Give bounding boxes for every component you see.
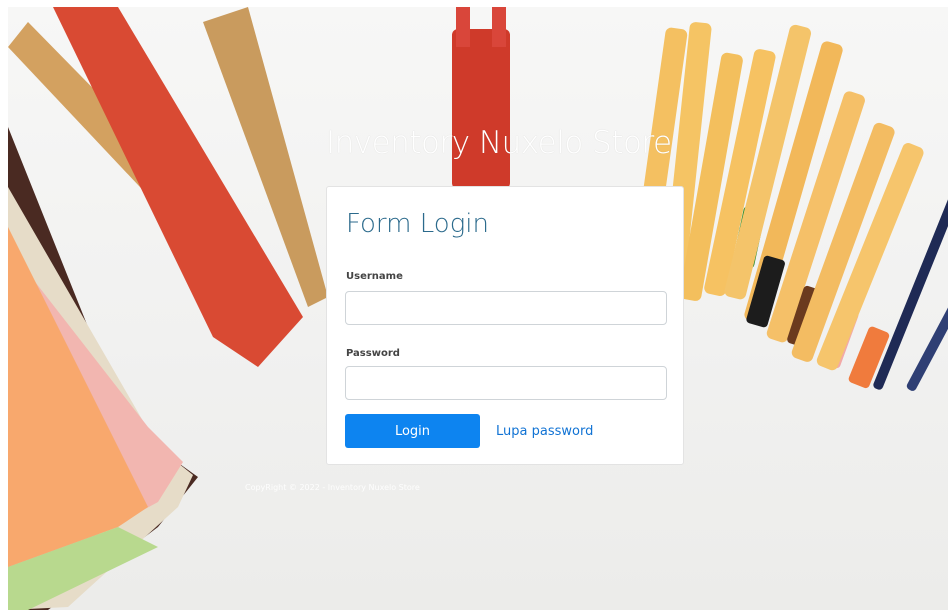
- form-title: Form Login: [346, 209, 489, 239]
- username-input[interactable]: [345, 291, 667, 325]
- password-label: Password: [346, 348, 400, 359]
- login-page: Inventory Nuxelo Store Form Login Userna…: [8, 7, 948, 610]
- forgot-password-link[interactable]: Lupa password: [496, 424, 593, 439]
- login-card: Form Login Username Password Login Lupa …: [326, 186, 684, 465]
- username-label: Username: [346, 271, 403, 282]
- copyright-text: CopyRight © 2022 - Inventory Nuxelo Stor…: [245, 483, 420, 492]
- password-input[interactable]: [345, 366, 667, 400]
- site-title: Inventory Nuxelo Store: [326, 125, 672, 161]
- red-stapler: [452, 29, 510, 189]
- login-button[interactable]: Login: [345, 414, 480, 448]
